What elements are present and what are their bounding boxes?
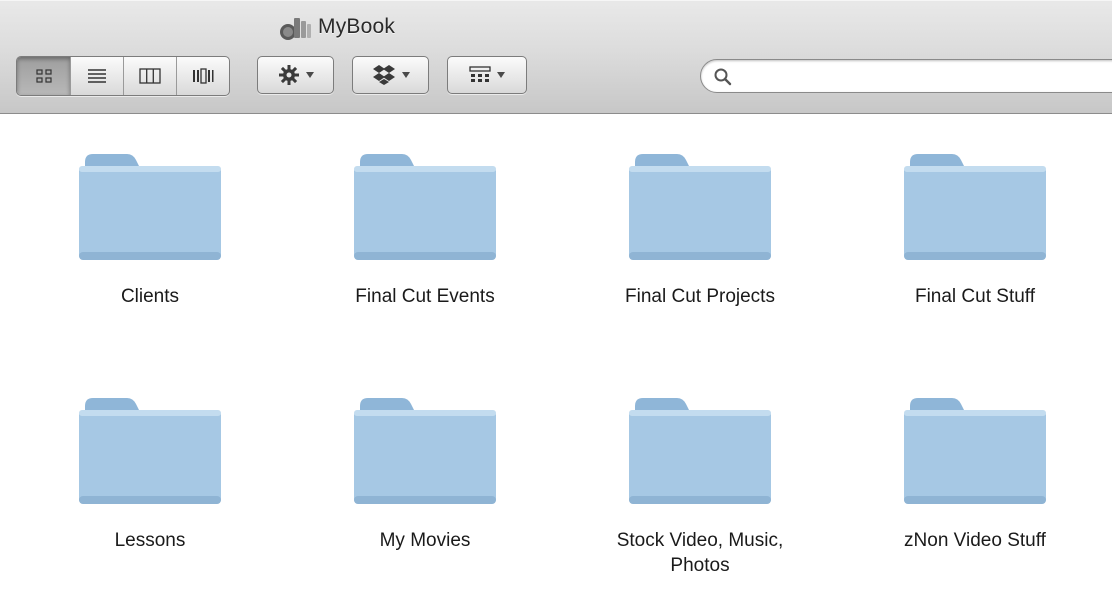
folder-item-stock-video-music-photos[interactable]: Stock Video, Music, Photos: [575, 392, 825, 578]
search-input[interactable]: [741, 65, 1112, 89]
gear-icon: [278, 65, 299, 85]
folder-icon: [354, 154, 496, 260]
folder-label: Clients: [120, 286, 180, 307]
window-title: MyBook: [278, 12, 395, 42]
chevron-down-icon: [401, 72, 410, 78]
folder-item-final-cut-stuff[interactable]: Final Cut Stuff: [850, 148, 1100, 309]
column-view-button[interactable]: [123, 57, 176, 95]
folder-item-final-cut-events[interactable]: Final Cut Events: [300, 148, 550, 309]
folder-label: Final Cut Stuff: [914, 286, 1036, 307]
folder-label: Stock Video, Music, Photos: [616, 530, 784, 576]
folder-item-clients[interactable]: Clients: [25, 148, 275, 309]
folder-label: Final Cut Events: [355, 286, 495, 307]
dropbox-icon: [372, 65, 395, 85]
folder-item-znon-video-stuff[interactable]: zNon Video Stuff: [850, 392, 1100, 553]
folder-icon: [79, 398, 221, 504]
folder-grid: Clients Final Cut Events Final Cut Proje…: [0, 114, 1112, 595]
coverflow-icon: [193, 68, 214, 84]
folder-icon: [904, 154, 1046, 260]
columns-icon: [139, 68, 161, 84]
icon-grid-icon: [35, 69, 52, 83]
window-title-text: MyBook: [318, 15, 396, 38]
coverflow-view-button[interactable]: [176, 57, 229, 95]
search-icon: [714, 68, 732, 86]
folder-icon: [629, 154, 771, 260]
toolbar: MyBook: [0, 0, 1112, 114]
folder-label: Lessons: [114, 530, 186, 551]
folder-item-lessons[interactable]: Lessons: [25, 392, 275, 553]
view-mode-control: [16, 56, 230, 96]
folder-icon: [629, 398, 771, 504]
folder-label: My Movies: [379, 530, 471, 551]
chevron-down-icon: [497, 72, 505, 78]
icon-view-button[interactable]: [17, 57, 70, 95]
folder-label: Final Cut Projects: [625, 286, 775, 307]
folder-item-my-movies[interactable]: My Movies: [300, 392, 550, 553]
folder-item-final-cut-projects[interactable]: Final Cut Projects: [575, 148, 825, 309]
folder-icon: [904, 398, 1046, 504]
search-field[interactable]: [700, 59, 1112, 93]
finder-window: MyBook Clients Final Cut Events Final Cu…: [0, 0, 1112, 595]
action-button[interactable]: [257, 56, 334, 94]
folder-label: zNon Video Stuff: [904, 530, 1046, 551]
list-icon: [88, 69, 106, 83]
list-view-button[interactable]: [70, 57, 123, 95]
external-drive-icon: [280, 18, 311, 40]
folder-icon: [354, 398, 496, 504]
arrange-button[interactable]: [447, 56, 527, 94]
folder-icon: [79, 154, 221, 260]
arrange-icon: [469, 66, 491, 82]
chevron-down-icon: [305, 72, 314, 78]
dropbox-button[interactable]: [352, 56, 429, 94]
